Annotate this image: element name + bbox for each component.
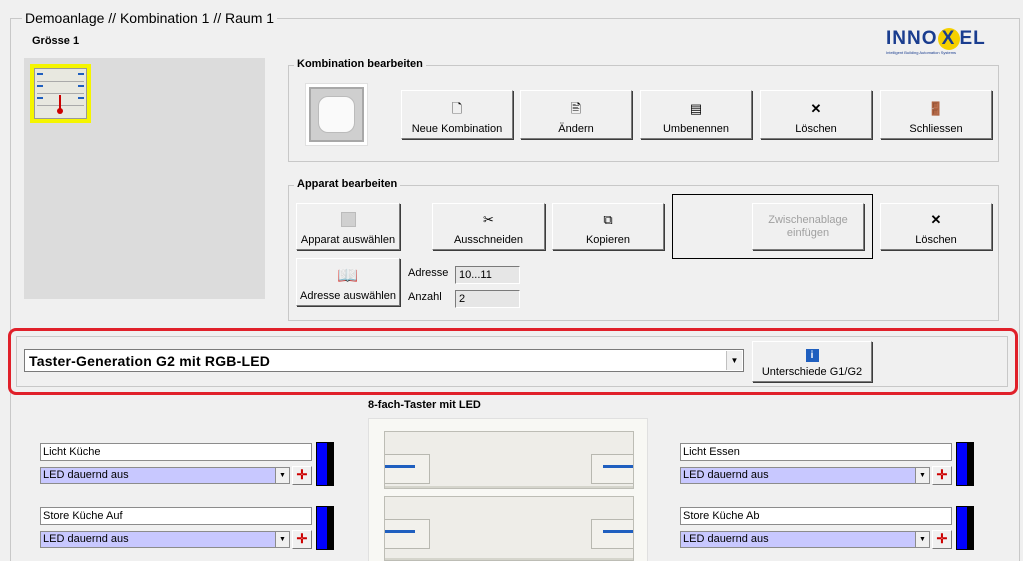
rename-icon: ▤ [689,101,703,116]
differences-label: Unterschiede G1/G2 [761,366,863,378]
right-key-2-led-text: LED dauernd aus [683,533,769,545]
chevron-down-icon[interactable]: ▼ [726,351,742,370]
new-combination-label: Neue Kombination [411,123,503,135]
select-device-label: Apparat auswählen [300,234,396,246]
delete-device-button[interactable]: ✕ Löschen [880,203,992,250]
copy-icon: ⧉ [603,212,613,227]
logo-text-right: EL [959,28,986,49]
rgb-color-button[interactable]: ✛ [292,530,312,549]
rename-label: Umbenennen [662,123,730,135]
chevron-down-icon[interactable]: ▼ [275,532,289,547]
delete-combination-button[interactable]: ✕ Löschen [760,90,872,139]
scissors-icon: ✂ [483,212,494,227]
rgb-color-button[interactable]: ✛ [292,466,312,485]
edit-icon: 🖹 [570,101,582,116]
paste-label: Zwischenablage einfügen [768,213,848,239]
rgb-color-button[interactable]: ✛ [932,530,952,549]
info-icon: i [805,349,819,362]
cut-button[interactable]: ✂ Ausschneiden [432,203,545,250]
kombination-title: Kombination bearbeiten [294,58,426,70]
left-key-1-name[interactable]: Licht Küche [40,443,312,461]
right-key-1-led-text: LED dauernd aus [683,469,769,481]
apparat-title: Apparat bearbeiten [294,178,401,190]
differences-button[interactable]: i Unterschiede G1/G2 [752,341,872,382]
led-color-indicator [956,506,974,550]
device-placeholder-icon [340,212,356,227]
delete-device-icon: ✕ [930,212,942,227]
logo-x: X [937,28,960,50]
rocker-key-1[interactable] [384,431,634,489]
select-device-button[interactable]: Apparat auswählen [296,203,400,250]
innoxel-logo: INNO X EL Intelligent Building Automation … [886,28,1001,58]
left-key-2-name[interactable]: Store Küche Auf [40,507,312,525]
generation-select[interactable]: Taster-Generation G2 mit RGB-LED ▼ [24,349,744,372]
logo-tagline: Intelligent Building Automation Systems [886,50,957,55]
right-key-2-name[interactable]: Store Küche Ab [680,507,952,525]
copy-button[interactable]: ⧉ Kopieren [552,203,664,250]
rename-button[interactable]: ▤ Umbenennen [640,90,752,139]
thermometer-icon [57,95,63,115]
left-key-2-led-text: LED dauernd aus [43,533,129,545]
window-title: Demoanlage // Kombination 1 // Raum 1 [22,10,278,26]
count-field[interactable]: 2 [455,290,520,308]
right-key-2-led[interactable]: LED dauernd aus ▼ [680,531,930,548]
device-thumbnail[interactable] [30,64,91,123]
taster-title: 8-fach-Taster mit LED [368,399,481,411]
rocker-key-2[interactable] [384,496,634,561]
chevron-down-icon[interactable]: ▼ [915,468,929,483]
rgb-color-button[interactable]: ✛ [932,466,952,485]
close-label: Schliessen [909,123,963,135]
close-button[interactable]: 🚪 Schliessen [880,90,992,139]
delete-combination-label: Löschen [795,123,837,135]
book-icon: 📖 [337,266,359,285]
chevron-down-icon[interactable]: ▼ [915,532,929,547]
paste-button[interactable]: Zwischenablage einfügen [752,203,864,250]
edit-button[interactable]: 🖹 Ändern [520,90,632,139]
chevron-down-icon[interactable]: ▼ [275,468,289,483]
size-label: Grösse 1 [32,35,80,47]
delete-icon: ✕ [810,101,822,116]
led-color-indicator [956,442,974,486]
delete-device-label: Löschen [915,234,957,246]
address-field[interactable]: 10...11 [455,266,520,284]
generation-selected-text: Taster-Generation G2 mit RGB-LED [29,353,271,369]
left-key-1-led[interactable]: LED dauernd aus ▼ [40,467,290,484]
edit-label: Ändern [558,123,594,135]
left-key-2-led[interactable]: LED dauernd aus ▼ [40,531,290,548]
left-key-1-led-text: LED dauernd aus [43,469,129,481]
led-color-indicator [316,506,334,550]
select-address-button[interactable]: 📖 Adresse auswählen [296,258,400,306]
right-key-1-led[interactable]: LED dauernd aus ▼ [680,467,930,484]
new-combination-button[interactable]: 🗋 Neue Kombination [401,90,513,139]
copy-label: Kopieren [585,234,631,246]
cut-label: Ausschneiden [453,234,524,246]
new-document-icon: 🗋 [451,101,463,116]
right-key-1-name[interactable]: Licht Essen [680,443,952,461]
address-label: Adresse [408,267,449,279]
led-color-indicator [316,442,334,486]
exit-door-icon: 🚪 [927,101,945,116]
select-address-label: Adresse auswählen [299,290,396,302]
count-label: Anzahl [408,291,442,303]
frame-thumbnail [305,83,368,146]
logo-text-left: INNO [886,28,938,49]
